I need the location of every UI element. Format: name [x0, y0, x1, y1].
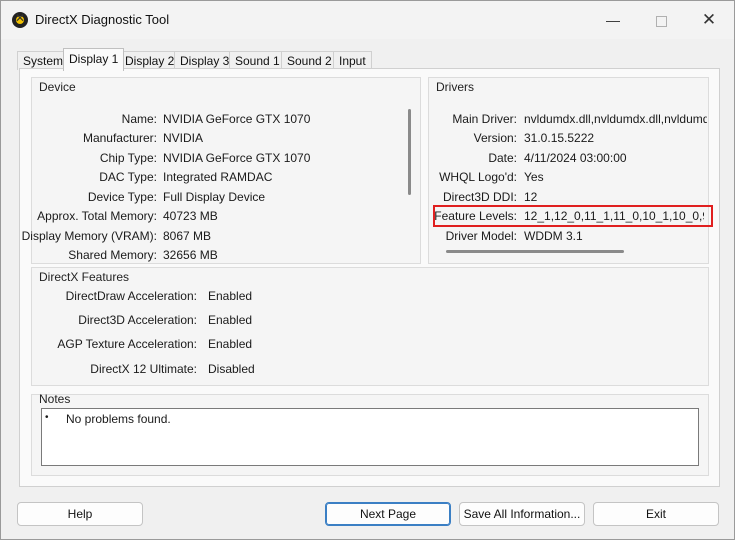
driver-value: Yes: [524, 170, 544, 184]
driver-value: 31.0.15.5222: [524, 131, 595, 145]
title-bar[interactable]: DirectX Diagnostic Tool — ✕: [1, 1, 734, 39]
directx-features-heading: DirectX Features: [39, 270, 130, 284]
driver-label: Direct3D DDI:: [442, 190, 517, 204]
device-value: NVIDIA GeForce GTX 1070: [163, 151, 311, 165]
feature-value: Enabled: [208, 313, 253, 327]
device-label: Manufacturer:: [82, 131, 157, 145]
device-value: NVIDIA: [163, 131, 204, 145]
directx-app-icon: [12, 11, 28, 28]
help-button[interactable]: Help: [17, 502, 143, 526]
save-all-information-button[interactable]: Save All Information...: [459, 502, 585, 526]
driver-label: Date:: [488, 151, 517, 165]
device-heading: Device: [39, 80, 76, 94]
feature-label: AGP Texture Acceleration:: [57, 337, 197, 351]
driver-value: WDDM 3.1: [524, 229, 583, 243]
device-label: Device Type:: [87, 190, 157, 204]
dxdiag-window: DirectX Diagnostic Tool — ✕ System Displ…: [0, 0, 735, 540]
device-label: Shared Memory:: [68, 248, 157, 262]
tab-display-1[interactable]: Display 1: [63, 48, 125, 71]
maximize-button[interactable]: [647, 7, 675, 33]
driver-label: Driver Model:: [445, 229, 517, 243]
notes-heading: Notes: [39, 392, 71, 406]
next-page-button[interactable]: Next Page: [325, 502, 451, 526]
device-value: 8067 MB: [163, 229, 212, 243]
window-title: DirectX Diagnostic Tool: [35, 12, 170, 27]
device-label: DAC Type:: [99, 170, 157, 184]
driver-value: 12: [524, 190, 538, 204]
close-button[interactable]: ✕: [695, 7, 723, 33]
minimize-button[interactable]: —: [599, 7, 627, 33]
device-value: 40723 MB: [163, 209, 218, 223]
feature-label: Direct3D Acceleration:: [78, 313, 197, 327]
device-value: Full Display Device: [163, 190, 266, 204]
notes-textbox[interactable]: • No problems found.: [41, 408, 699, 466]
driver-label: WHQL Logo'd:: [439, 170, 517, 184]
device-scrollbar[interactable]: [408, 109, 411, 195]
device-label: Name:: [121, 112, 157, 126]
driver-label: Main Driver:: [452, 112, 517, 126]
device-label: Display Memory (VRAM):: [21, 229, 157, 243]
drivers-scrollbar[interactable]: [446, 250, 624, 253]
driver-value: nvldumdx.dll,nvldumdx.dll,nvldumdx.d: [524, 112, 707, 126]
drivers-heading: Drivers: [436, 80, 474, 94]
maximize-icon: [655, 15, 667, 27]
device-value: NVIDIA GeForce GTX 1070: [163, 112, 311, 126]
bullet-icon: •: [45, 412, 49, 423]
device-value: Integrated RAMDAC: [163, 170, 273, 184]
driver-label: Version:: [473, 131, 517, 145]
driver-value: 4/11/2024 03:00:00: [524, 151, 627, 165]
feature-label: DirectDraw Acceleration:: [65, 289, 197, 303]
device-label: Approx. Total Memory:: [37, 209, 157, 223]
device-value: 32656 MB: [163, 248, 218, 262]
feature-value: Enabled: [208, 289, 253, 303]
device-label: Chip Type:: [99, 151, 157, 165]
exit-button[interactable]: Exit: [593, 502, 719, 526]
feature-value: Enabled: [208, 337, 253, 351]
feature-value: Disabled: [208, 362, 255, 376]
note-item: No problems found.: [66, 412, 171, 426]
feature-label: DirectX 12 Ultimate:: [90, 362, 197, 376]
feature-levels-highlight: [433, 205, 713, 227]
